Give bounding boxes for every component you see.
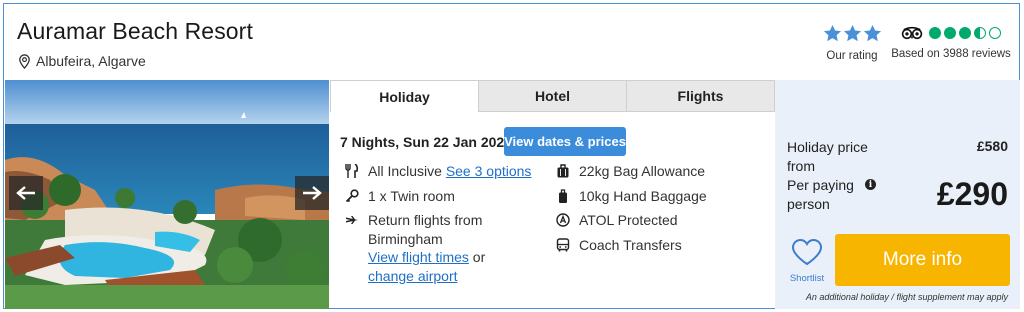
supplement-note: An additional holiday / flight supplemen…: [805, 292, 1008, 302]
our-rating: Our rating: [822, 24, 882, 62]
plane-icon: [346, 216, 358, 224]
suitcase-icon: [557, 164, 569, 178]
per-person-label: Per paying person: [787, 177, 854, 212]
board-feature: All Inclusive See 3 options: [344, 162, 544, 181]
shortlist-label: Shortlist: [789, 273, 825, 284]
features-right: 22kg Bag Allowance 10kg Hand Baggage ATO…: [555, 162, 770, 260]
rating-bubble-full: [929, 27, 941, 39]
transfers-text: Coach Transfers: [579, 236, 682, 253]
next-photo-button[interactable]: [295, 176, 329, 210]
atol-text: ATOL Protected: [579, 212, 678, 228]
room-text: 1 x Twin room: [368, 187, 455, 204]
flights-feature: Return flights from Birmingham View flig…: [344, 211, 544, 285]
star-rating: [822, 24, 882, 43]
bag-feature: 22kg Bag Allowance: [555, 162, 770, 181]
atol-feature: ATOL Protected: [555, 211, 770, 230]
view-flight-times-link[interactable]: View flight times: [368, 249, 469, 265]
holiday-price-label: Holiday price from: [787, 139, 868, 174]
review-count: Based on 3988 reviews: [891, 48, 1011, 60]
view-dates-prices-button[interactable]: View dates & prices: [504, 127, 626, 156]
per-person-price: £290: [936, 176, 1008, 212]
hand-baggage: 10kg Hand Baggage: [579, 187, 707, 204]
atol-shield-icon: [556, 213, 570, 227]
hotel-location: Albufeira, Algarve: [18, 53, 146, 69]
arrow-right-icon: [303, 186, 322, 200]
board-type: All Inclusive: [368, 163, 442, 179]
rating-bubble-half: [974, 27, 986, 39]
location-text: Albufeira, Algarve: [36, 53, 146, 69]
tripadvisor-rating[interactable]: Based on 3988 reviews: [890, 26, 1012, 60]
previous-photo-button[interactable]: [9, 176, 43, 210]
info-icon[interactable]: i: [865, 179, 876, 190]
bag-allowance: 22kg Bag Allowance: [579, 163, 706, 179]
hand-baggage-feature: 10kg Hand Baggage: [555, 187, 770, 206]
trip-dates: 7 Nights, Sun 22 Jan 2023: [340, 134, 512, 150]
features-left: All Inclusive See 3 options 1 x Twin roo…: [344, 162, 544, 291]
room-feature: 1 x Twin room: [344, 187, 544, 206]
rating-label: Our rating: [826, 50, 878, 62]
bus-icon: [556, 237, 570, 251]
tab-holiday[interactable]: Holiday: [330, 80, 479, 121]
arrow-left-icon: [16, 186, 35, 200]
rating-bubble-full: [959, 27, 971, 39]
hotel-name[interactable]: Auramar Beach Resort: [17, 18, 253, 45]
holiday-price: £580: [976, 138, 1008, 154]
tab-bar: Holiday Hotel Flights: [330, 80, 775, 121]
flights-text: Return flights from Birmingham: [368, 212, 483, 247]
holiday-card: Auramar Beach Resort Albufeira, Algarve …: [3, 3, 1020, 309]
or-text: or: [472, 249, 486, 265]
board-options-link[interactable]: See 3 options: [446, 163, 532, 179]
star-icon: [823, 24, 841, 42]
star-icon: [863, 24, 881, 42]
resort-image: [5, 80, 329, 309]
tripadvisor-owl-icon: [901, 26, 923, 40]
cutlery-icon: [345, 164, 359, 178]
tab-flights[interactable]: Flights: [627, 80, 775, 112]
rating-bubble-full: [944, 27, 956, 39]
hotel-photo[interactable]: [5, 80, 329, 309]
key-icon: [345, 188, 359, 202]
location-pin-icon: [19, 53, 30, 69]
transfers-feature: Coach Transfers: [555, 236, 770, 255]
change-airport-link[interactable]: change airport: [368, 268, 458, 284]
more-info-button[interactable]: More info: [835, 234, 1010, 286]
holiday-details: 7 Nights, Sun 22 Jan 2023 View dates & p…: [330, 112, 775, 309]
heart-icon: [791, 238, 823, 266]
rating-bubble-empty: [989, 27, 1001, 39]
tab-hotel[interactable]: Hotel: [479, 80, 627, 112]
price-panel: Holiday price from £580 Per paying perso…: [775, 80, 1020, 309]
star-icon: [843, 24, 861, 42]
hand-luggage-icon: [559, 188, 567, 203]
shortlist-button[interactable]: Shortlist: [785, 238, 829, 284]
